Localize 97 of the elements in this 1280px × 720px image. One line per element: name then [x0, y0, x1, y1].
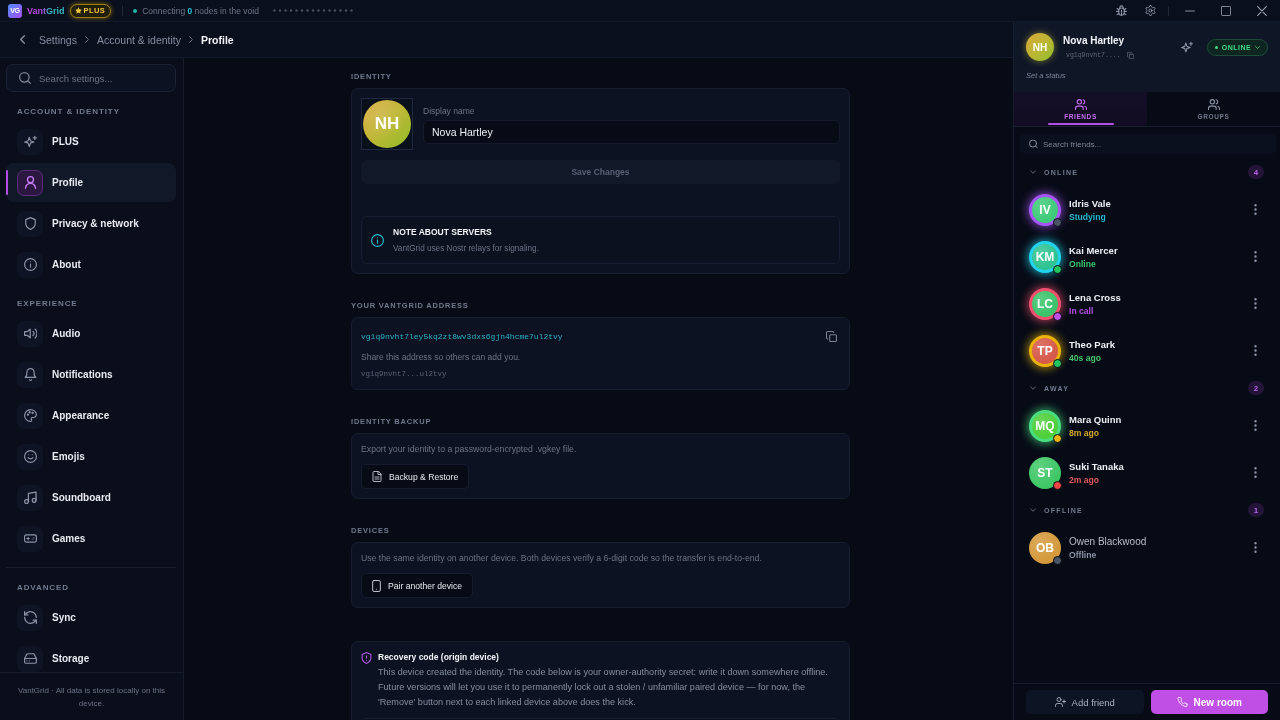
gear-icon: [1144, 5, 1156, 16]
sparkle-icon[interactable]: [1181, 41, 1193, 53]
more-icon[interactable]: [1254, 467, 1257, 478]
sidebar-item[interactable]: Privacy & network: [6, 204, 176, 243]
friend-name: Kai Mercer: [1069, 243, 1118, 257]
friend-status: Online: [1069, 257, 1096, 270]
group-count: 2: [1248, 381, 1264, 395]
search-field[interactable]: Search friends...: [1020, 134, 1276, 154]
sidebar-item[interactable]: Soundboard: [6, 478, 176, 517]
backup-button[interactable]: Backup & Restore: [361, 464, 470, 489]
add-friend-button[interactable]: Add friend: [1026, 690, 1144, 714]
smiley-icon: [17, 443, 43, 470]
address-text: vg1q9nvht7ley5kq2zt8wv3dxs6gjn4hcme7ul2tvy: [361, 331, 563, 341]
breadcrumb-link[interactable]: Account & identity: [96, 33, 181, 46]
sidebar-item[interactable]: Notifications: [6, 355, 176, 394]
sidebar-item[interactable]: Emojis: [6, 437, 176, 476]
gamepad-icon: [17, 525, 43, 552]
chevron-down-icon: [1255, 45, 1261, 49]
music-note-icon: [17, 484, 43, 511]
smartphone-icon: [372, 579, 381, 592]
shield-icon: [17, 210, 43, 237]
more-icon[interactable]: [1254, 542, 1257, 553]
recovery-text: This device created the identity. The code below is your owner-authority secret: write it down somewhere offline. Future versions will let you use it to permanently lock out a stolen / unfamiliar paired device — for now, the 'Remove' button next to each linked device above does the kick.: [378, 666, 829, 709]
friend-name: Lena Cross: [1069, 290, 1121, 304]
info-icon: [371, 233, 384, 247]
sidebar-item[interactable]: PLUS: [6, 122, 176, 161]
info-icon: [17, 251, 43, 278]
section-title: ADVANCED: [17, 582, 70, 594]
bell-icon: [17, 361, 43, 388]
sidebar-item[interactable]: Games: [6, 519, 176, 558]
sparkle-icon: [17, 128, 43, 155]
sync-icon: [17, 604, 43, 631]
friend-name: Theo Park: [1069, 337, 1115, 351]
devices-description: Use the same identity on another device. Both devices verify a 6-digit code so the transfer is end-to-end.: [361, 552, 763, 564]
friend-name: Idris Vale: [1069, 196, 1111, 210]
recovery-title: Recovery code (origin device): [378, 651, 500, 664]
field-label: Display name: [423, 106, 475, 117]
footer-note: VantGrid · All data is stored locally on this device.: [17, 684, 166, 710]
display-name-field[interactable]: Nova Hartley: [423, 120, 840, 144]
search-field[interactable]: Search settings...: [6, 64, 176, 92]
friend-status: In call: [1069, 304, 1094, 317]
breadcrumb-current: Profile: [201, 33, 234, 46]
star-icon: [74, 7, 82, 14]
users-icon: [1207, 98, 1220, 110]
chevron-right-icon: [189, 36, 193, 43]
chevron-right-icon: [84, 36, 89, 43]
minimize-icon: [1185, 9, 1195, 12]
friend-status: 8m ago: [1069, 426, 1100, 439]
sidebar-item[interactable]: Audio: [6, 314, 176, 353]
phone-icon: [1176, 697, 1188, 707]
copy-icon[interactable]: [826, 330, 837, 342]
speaker-icon: [17, 320, 43, 347]
profile-name: Nova Hartley: [1063, 34, 1126, 47]
activity-dots-icon: [272, 9, 353, 12]
friend-status: Studying: [1069, 210, 1106, 223]
new-room-button[interactable]: New room: [1150, 690, 1268, 714]
note-title: NOTE ABOUT SERVERS: [393, 226, 493, 238]
note-text: VantGrid uses Nostr relays for signaling.: [393, 242, 539, 254]
close-icon: [1257, 5, 1267, 16]
friend-name: Suki Tanaka: [1069, 459, 1124, 473]
more-icon[interactable]: [1254, 204, 1257, 215]
file-icon: [372, 471, 382, 482]
more-icon[interactable]: [1254, 420, 1257, 431]
sidebar-item[interactable]: Profile: [6, 163, 176, 202]
connection-status: Connecting 0 nodes in the void: [142, 5, 259, 16]
users-icon: [1074, 98, 1087, 110]
more-icon[interactable]: [1254, 298, 1257, 309]
backup-description: Export your identity to a password-encrypted .vgkey file.: [361, 443, 578, 455]
friend-status: 40s ago: [1069, 351, 1101, 364]
pair-device-button[interactable]: Pair another device: [361, 573, 474, 598]
breadcrumb-link[interactable]: Settings: [39, 33, 77, 46]
back-button[interactable]: [17, 32, 27, 47]
status-dot-icon: [1214, 45, 1218, 49]
address-hint: Share this address so others can add you.: [361, 351, 522, 363]
section-title: ACCOUNT & IDENTITY: [17, 106, 121, 118]
app-name: VantGrid: [27, 5, 65, 16]
shield-alert-icon: [361, 652, 372, 664]
friend-status: 2m ago: [1069, 473, 1100, 486]
user-icon: [17, 169, 43, 196]
more-icon[interactable]: [1254, 345, 1257, 356]
group-count: 4: [1248, 165, 1264, 179]
chevron-left-icon: [19, 35, 25, 44]
bug-icon: [1115, 5, 1127, 16]
more-icon[interactable]: [1254, 251, 1257, 262]
maximize-icon: [1221, 5, 1231, 16]
status-dot-icon: [133, 8, 138, 13]
sidebar-item[interactable]: About: [6, 245, 176, 284]
sidebar-item[interactable]: Sync: [6, 598, 176, 637]
friend-name: Owen Blackwood: [1069, 534, 1147, 548]
sidebar-item[interactable]: Storage: [6, 639, 176, 672]
group-count: 1: [1248, 503, 1264, 517]
friend-name: Mara Quinn: [1069, 412, 1122, 426]
user-plus-icon: [1054, 697, 1066, 707]
palette-icon: [17, 402, 43, 429]
section-title: EXPERIENCE: [17, 298, 79, 310]
friend-status: Offline: [1069, 548, 1097, 561]
sidebar-item[interactable]: Appearance: [6, 396, 176, 435]
